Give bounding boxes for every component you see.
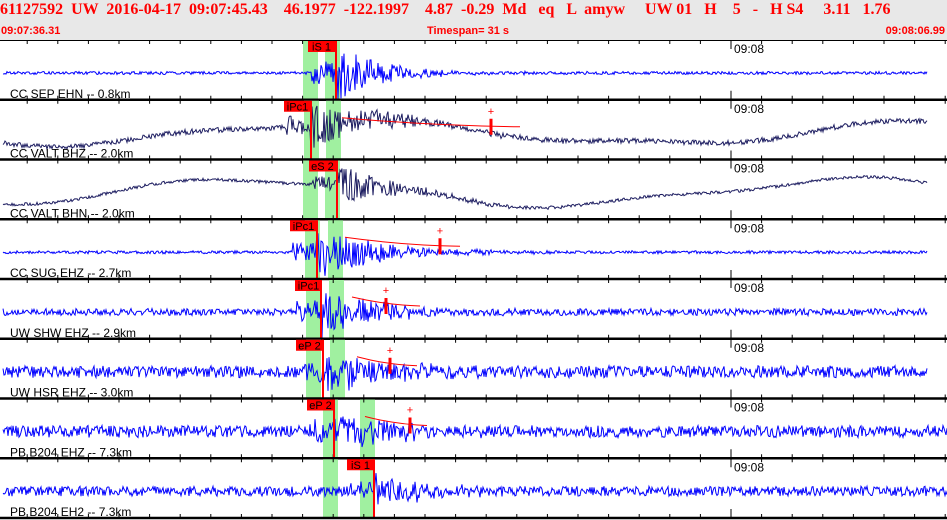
coda-plus-icon: + — [387, 345, 393, 357]
waveform — [2, 473, 947, 505]
pick-label: eS 2 — [311, 161, 334, 173]
trace-label: PB B204 EH2 -- 7.3km — [10, 505, 131, 519]
waveform — [2, 233, 928, 276]
major-tick-label: 09:08 — [734, 341, 764, 355]
trace-label: UW HSR EHZ -- 3.0km — [10, 386, 133, 400]
major-tick-label: 09:08 — [734, 42, 764, 56]
pick-label: eP 2 — [309, 400, 331, 412]
event-header: 61127592 UW 2016-04-17 09:07:45.43 46.19… — [0, 0, 947, 40]
trace-label: CC VALT BHZ -- 2.0km — [10, 147, 133, 161]
start-time: 09:07:36.31 — [1, 25, 61, 37]
trace-label: CC VALT BHN -- 2.0km — [10, 206, 135, 220]
end-time: 09:08:06.99 — [885, 25, 945, 37]
pick-label: iPc1 — [298, 281, 319, 293]
major-tick-label: 09:08 — [734, 401, 764, 415]
major-tick-label: 09:08 — [734, 281, 764, 295]
coda-plus-icon: + — [437, 225, 443, 237]
waveform — [2, 105, 928, 152]
pick-label: iS 1 — [312, 42, 331, 54]
waveform — [2, 357, 928, 391]
coda-marker — [408, 417, 412, 434]
major-tick-label: 09:08 — [734, 460, 764, 474]
pick-label: iPc1 — [287, 101, 308, 113]
coda-marker — [384, 298, 388, 314]
timespan: Timespan= 31 s — [427, 25, 510, 37]
trace-panel: 09:08 iPc1 + CC VALT BHZ -- 2.0km — [0, 99, 947, 161]
trace-label: PB B204 EHZ -- 7.3km — [10, 445, 132, 459]
trace-label: UW SHW EHZ -- 2.9km — [10, 326, 136, 340]
pick-label: eP 2 — [298, 340, 320, 352]
pick-label: iS 1 — [351, 460, 370, 472]
major-tick-label: 09:08 — [734, 162, 764, 176]
coda-plus-icon: + — [407, 405, 413, 417]
waveform — [2, 53, 928, 100]
coda-marker — [388, 357, 392, 374]
waveform — [2, 293, 928, 339]
trace-panel: 09:08 iPc1 + UW SHW EHZ -- 2.9km — [0, 279, 947, 340]
phase-window — [329, 280, 344, 339]
trace-panel: 09:08 eP 2 + PB B204 EHZ -- 7.3km — [0, 398, 947, 460]
major-tick-label: 09:08 — [734, 221, 764, 235]
phase-window — [323, 459, 338, 518]
coda-plus-icon: + — [383, 285, 389, 297]
trace-panel: 09:08 iS 1 CC SEP EHN -- 0.8km — [0, 40, 947, 101]
waveform — [2, 168, 928, 211]
trace-panel: 09:08 iS 1 PB B204 EH2 -- 7.3km — [0, 458, 947, 520]
trace-label: CC SUG EHZ -- 2.7km — [10, 266, 131, 280]
pick-label: iPc1 — [293, 221, 314, 233]
coda-marker — [438, 238, 442, 255]
trace-panel: 09:08 eS 2 CC VALT BHN -- 2.0km — [0, 159, 947, 221]
event-summary: 61127592 UW 2016-04-17 09:07:45.43 46.19… — [0, 1, 891, 18]
major-tick-label: 09:08 — [734, 102, 764, 116]
trace-panel: 09:08 eP 2 + UW HSR EHZ -- 3.0km — [0, 338, 947, 400]
seismogram-panels: 09:08 iS 1 CC SEP EHN -- 0.8km 09:08 iPc1 + CC… — [0, 40, 947, 520]
coda-marker — [489, 118, 493, 135]
waveform — [2, 416, 947, 448]
coda-plus-icon: + — [488, 106, 494, 118]
trace-label: CC SEP EHN -- 0.8km — [10, 87, 130, 101]
trace-panel: 09:08 iPc1 + CC SUG EHZ -- 2.7km — [0, 219, 947, 281]
coda-fit-line — [356, 356, 418, 367]
